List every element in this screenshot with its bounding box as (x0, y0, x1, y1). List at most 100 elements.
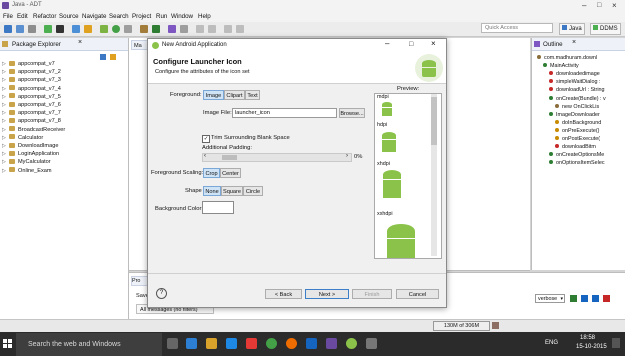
package-explorer-item[interactable]: ▷ Online_Exam (2, 167, 52, 175)
close-icon[interactable]: × (612, 1, 617, 10)
debug-icon[interactable] (100, 25, 108, 33)
outline-title[interactable]: Outline (543, 41, 563, 48)
collapse-all-icon[interactable] (100, 54, 106, 60)
expand-arrow-icon[interactable]: ▷ (2, 134, 6, 142)
help-icon[interactable]: ? (156, 288, 167, 299)
perspective-java-button[interactable]: Java (559, 23, 585, 35)
search-icon[interactable] (180, 25, 188, 33)
padding-slider[interactable]: ‹ › (202, 153, 352, 162)
outline-item[interactable]: downloadUrl : String (549, 86, 605, 94)
task-view-icon[interactable] (167, 338, 178, 349)
package-explorer-item[interactable]: ▷ appcompat_v7_3 (2, 76, 61, 84)
media-player-icon[interactable] (246, 338, 257, 349)
perspective-ddms-button[interactable]: DDMS (590, 23, 621, 35)
scroll-lock-icon[interactable] (603, 295, 610, 302)
firefox-icon[interactable] (286, 338, 297, 349)
expand-arrow-icon[interactable]: ▷ (2, 117, 6, 125)
next-annotation-icon[interactable] (196, 25, 204, 33)
android-sdk-icon[interactable] (44, 25, 52, 33)
outline-item[interactable]: onOptionsItemSelec (549, 159, 605, 167)
heap-status[interactable]: 130M of 306M (433, 321, 490, 331)
outline-item[interactable]: com.madhuram.downl (537, 54, 597, 62)
menu-source[interactable]: Source (59, 13, 79, 20)
package-explorer-item[interactable]: ▷ MyCalculator (2, 158, 51, 166)
close-view-icon[interactable]: × (78, 39, 82, 46)
taskbar-search-input[interactable]: Search the web and Windows (16, 333, 162, 356)
outline-item[interactable]: simpleWaitDialog : (549, 78, 600, 86)
close-view-icon[interactable]: × (572, 39, 576, 46)
menu-file[interactable]: File (3, 13, 13, 20)
expand-arrow-icon[interactable]: ▷ (2, 60, 6, 68)
expand-arrow-icon[interactable]: ▷ (2, 85, 6, 93)
word-icon[interactable] (306, 338, 317, 349)
expand-arrow-icon[interactable]: ▷ (2, 76, 6, 84)
expand-arrow-icon[interactable]: ▷ (2, 142, 6, 150)
notifications-icon[interactable] (612, 338, 620, 348)
padding-slider-thumb[interactable] (222, 155, 237, 160)
menu-help[interactable]: Help (198, 13, 211, 20)
file-explorer-icon[interactable] (206, 338, 217, 349)
package-explorer-item[interactable]: ▷ appcompat_v7_7 (2, 109, 61, 117)
expand-arrow-icon[interactable]: ▷ (2, 109, 6, 117)
forward-icon[interactable] (236, 25, 244, 33)
minimize-icon[interactable]: – (582, 1, 586, 10)
outline-item[interactable]: new OnClickLis (555, 103, 599, 111)
display-filter-icon[interactable] (592, 295, 599, 302)
scaling-center-button[interactable]: Center (220, 168, 241, 178)
save-log-icon[interactable] (570, 295, 577, 302)
menu-navigate[interactable]: Navigate (82, 13, 106, 20)
outline-item[interactable]: downloadedimage (549, 70, 600, 78)
previous-annotation-icon[interactable] (208, 25, 216, 33)
android-studio-icon[interactable] (346, 338, 357, 349)
foreground-text-button[interactable]: Text (245, 90, 260, 100)
run-icon[interactable] (112, 25, 120, 33)
expand-arrow-icon[interactable]: ▷ (2, 68, 6, 76)
outline-item[interactable]: onCreate(Bundle) : v (549, 95, 606, 103)
expand-arrow-icon[interactable]: ▷ (2, 158, 6, 166)
eclipse-icon[interactable] (326, 338, 337, 349)
scaling-crop-button[interactable]: Crop (203, 168, 220, 178)
trim-checkbox[interactable]: ✓ (202, 135, 210, 143)
outline-item[interactable]: MainActivity (543, 62, 579, 70)
slider-right-icon[interactable]: › (346, 153, 348, 159)
back-button[interactable]: < Back (265, 289, 302, 299)
lint-icon[interactable] (84, 25, 92, 33)
expand-arrow-icon[interactable]: ▷ (2, 101, 6, 109)
foreground-clipart-button[interactable]: Clipart (224, 90, 245, 100)
link-with-editor-icon[interactable] (110, 54, 116, 60)
package-explorer-title[interactable]: Package Explorer (12, 41, 61, 48)
package-explorer-item[interactable]: ▷ LoginApplication (2, 150, 59, 158)
foreground-image-button[interactable]: Image (203, 90, 224, 100)
package-explorer-item[interactable]: ▷ appcompat_v7 (2, 60, 55, 68)
windows-start-icon[interactable] (3, 339, 12, 348)
dialog-minimize-icon[interactable]: – (385, 39, 389, 48)
garbage-collect-icon[interactable] (492, 322, 499, 329)
menu-window[interactable]: Window (171, 13, 193, 20)
package-explorer-item[interactable]: ▷ appcompat_v7_6 (2, 101, 61, 109)
package-explorer-item[interactable]: ▷ appcompat_v7_8 (2, 117, 61, 125)
package-explorer-item[interactable]: ▷ appcompat_v7_2 (2, 68, 61, 76)
outline-item[interactable]: ImageDownloader (549, 111, 600, 119)
shape-none-button[interactable]: None (203, 186, 221, 196)
outline-item[interactable]: doInBackground (555, 119, 601, 127)
open-type-icon[interactable] (168, 25, 176, 33)
browse-button[interactable]: Browse... (339, 108, 365, 118)
clear-log-icon[interactable] (581, 295, 588, 302)
package-explorer-item[interactable]: ▷ BroadcastReceiver (2, 126, 65, 134)
new-class-icon[interactable] (152, 25, 160, 33)
quick-access-input[interactable]: Quick Access (481, 23, 553, 33)
clock-date[interactable]: 15-10-2015 (576, 344, 607, 350)
menu-refactor[interactable]: Refactor (33, 13, 56, 20)
next-button[interactable]: Next > (305, 289, 349, 299)
expand-arrow-icon[interactable]: ▷ (2, 93, 6, 101)
menu-search[interactable]: Search (109, 13, 129, 20)
package-explorer-item[interactable]: ▷ Calculator (2, 134, 43, 142)
new-android-project-icon[interactable] (72, 25, 80, 33)
clock-time[interactable]: 18:58 (580, 335, 595, 341)
slider-left-icon[interactable]: ‹ (204, 153, 206, 159)
maximize-icon[interactable]: □ (597, 2, 601, 9)
background-color-swatch[interactable] (202, 201, 234, 214)
save-icon[interactable] (16, 25, 24, 33)
image-file-input[interactable]: launcher_icon (232, 108, 337, 118)
package-explorer-item[interactable]: ▷ DownloadImage (2, 142, 58, 150)
